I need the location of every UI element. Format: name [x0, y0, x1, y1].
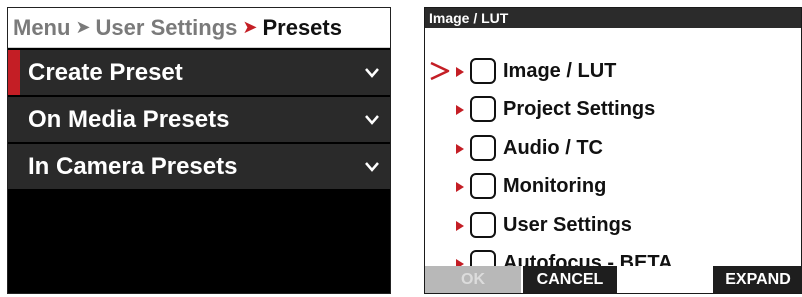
chevron-down-icon [364, 160, 380, 174]
tree-item-image-lut[interactable]: Image / LUT [425, 54, 801, 88]
chevron-down-icon [364, 113, 380, 127]
tree-item-label: Image / LUT [503, 59, 617, 82]
breadcrumb-menu[interactable]: Menu [13, 15, 70, 41]
category-tree: Image / LUT Project Settings Audio / TC [425, 28, 801, 276]
breadcrumb-current: Presets [262, 14, 342, 40]
expand-button[interactable]: EXPAND [713, 266, 802, 293]
cancel-button[interactable]: CANCEL [523, 266, 617, 293]
menu-item-on-media-presets[interactable]: On Media Presets [8, 95, 390, 142]
tree-item-audio-tc[interactable]: Audio / TC [425, 131, 801, 165]
checkbox[interactable] [470, 173, 496, 199]
tree-item-monitoring[interactable]: Monitoring [425, 169, 801, 203]
breadcrumb-user-settings[interactable]: User Settings [96, 15, 238, 41]
ok-button[interactable]: OK [425, 266, 521, 293]
menu-item-label: In Camera Presets [28, 152, 238, 180]
tree-item-user-settings[interactable]: User Settings [425, 208, 801, 242]
tree-item-label: Monitoring [503, 174, 607, 197]
preset-category-dialog: Image / LUT Image / LUT Project Settings [424, 7, 802, 294]
chevron-down-icon [364, 66, 380, 80]
selection-cursor-icon [429, 60, 451, 82]
presets-menu-panel: Menu ➤ User Settings ➤ Presets Create Pr… [7, 7, 391, 294]
menu-item-create-preset[interactable]: Create Preset [8, 48, 390, 95]
expand-arrow-icon[interactable] [455, 142, 465, 154]
tree-item-label: Project Settings [503, 97, 656, 120]
expand-arrow-icon[interactable] [455, 103, 465, 115]
tree-item-label: User Settings [503, 213, 632, 236]
checkbox[interactable] [470, 58, 496, 84]
page: Menu ➤ User Settings ➤ Presets Create Pr… [0, 0, 802, 297]
dialog-title: Image / LUT [425, 8, 801, 28]
breadcrumb-separator-icon: ➤ [242, 17, 258, 37]
menu-item-label: On Media Presets [28, 105, 230, 133]
menu-item-label: Create Preset [28, 58, 183, 86]
checkbox[interactable] [470, 212, 496, 238]
dialog-button-bar: OK CANCEL EXPAND [425, 266, 802, 293]
menu-item-in-camera-presets[interactable]: In Camera Presets [8, 142, 390, 189]
checkbox[interactable] [470, 96, 496, 122]
expand-arrow-icon[interactable] [455, 65, 465, 77]
breadcrumb-separator-icon: ➤ [75, 17, 91, 37]
expand-arrow-icon[interactable] [455, 180, 465, 192]
breadcrumb: Menu ➤ User Settings ➤ Presets [8, 8, 390, 48]
tree-item-label: Audio / TC [503, 136, 603, 159]
tree-item-project-settings[interactable]: Project Settings [425, 92, 801, 126]
expand-arrow-icon[interactable] [455, 219, 465, 231]
checkbox[interactable] [470, 135, 496, 161]
